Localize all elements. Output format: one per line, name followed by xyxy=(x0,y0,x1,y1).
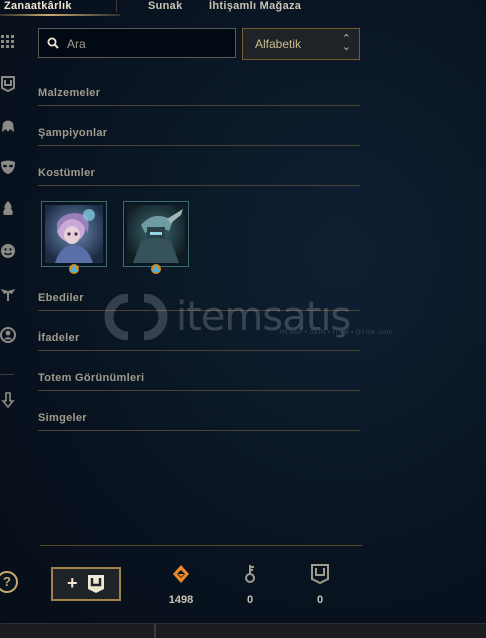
section-materials[interactable]: Malzemeler xyxy=(38,85,360,106)
footer-divider xyxy=(40,545,362,546)
currency-chest: 0 xyxy=(300,564,340,606)
chest-value: 0 xyxy=(316,594,324,606)
skin-shard-card[interactable] xyxy=(41,201,107,267)
section-eternals[interactable]: Ebediler xyxy=(38,290,360,311)
section-title: Kostümler xyxy=(38,167,96,179)
key-fragment-icon xyxy=(245,565,255,583)
emote-face-icon[interactable] xyxy=(0,243,16,261)
arrow-down-icon[interactable] xyxy=(0,392,16,410)
chest-icon xyxy=(88,575,104,593)
chevron-updown-icon: ⌃ ⌄ xyxy=(341,32,351,53)
tab-divider xyxy=(116,0,117,12)
chest-icon xyxy=(311,564,329,584)
active-tab-underline xyxy=(0,14,120,16)
section-skins[interactable]: Kostümler xyxy=(38,165,360,186)
skin-mask-icon[interactable] xyxy=(0,159,16,177)
key-fragment-value: 0 xyxy=(246,594,254,606)
section-title: Totem Görünümleri xyxy=(38,372,145,384)
section-title: Simgeler xyxy=(38,412,87,424)
plus-icon: + xyxy=(67,573,78,593)
search-input[interactable] xyxy=(65,34,229,54)
tab-prestige-shop[interactable]: İhtişamlı Mağaza xyxy=(209,0,301,12)
skin-shard-art xyxy=(127,205,185,263)
search-box xyxy=(38,28,236,58)
skin-shard-card[interactable] xyxy=(123,201,189,267)
sort-selected-label: Alfabetik xyxy=(255,37,302,51)
rail-divider xyxy=(0,374,14,375)
skin-shard-art xyxy=(45,205,103,263)
help-button[interactable]: ? xyxy=(0,571,18,593)
section-title: Ebediler xyxy=(38,292,84,304)
profile-icon[interactable] xyxy=(0,327,16,345)
section-title: Malzemeler xyxy=(38,87,101,99)
shard-badge-icon xyxy=(151,264,161,274)
champion-helmet-icon[interactable] xyxy=(0,118,16,136)
orange-essence-value: 1498 xyxy=(168,594,194,606)
top-navigation: Zanaatkârlık Sunak İhtişamlı Mağaza xyxy=(0,0,486,16)
section-icons[interactable]: Simgeler xyxy=(38,410,360,431)
shard-badge-icon xyxy=(69,264,79,274)
grid-icon[interactable] xyxy=(0,35,16,53)
section-champions[interactable]: Şampiyonlar xyxy=(38,125,360,146)
chest-icon[interactable] xyxy=(0,76,16,94)
currency-orange-essence: 1498 xyxy=(161,564,201,606)
bottom-bar xyxy=(0,623,486,638)
section-title: Şampiyonlar xyxy=(38,127,108,139)
sort-dropdown[interactable]: Alfabetik ⌃ ⌄ xyxy=(242,28,360,60)
add-chest-button[interactable]: + xyxy=(51,567,121,601)
section-ward-skins[interactable]: Totem Görünümleri xyxy=(38,370,360,391)
currency-key-fragment: 0 xyxy=(230,564,270,606)
section-emotes[interactable]: İfadeler xyxy=(38,330,360,351)
ward-flame-icon[interactable] xyxy=(0,200,16,218)
tab-altar[interactable]: Sunak xyxy=(148,0,183,12)
bottom-bar-divider xyxy=(154,624,156,638)
section-title: İfadeler xyxy=(38,332,80,344)
search-icon xyxy=(47,37,59,49)
totem-icon[interactable] xyxy=(0,286,16,304)
tab-crafting[interactable]: Zanaatkârlık xyxy=(4,0,72,12)
category-rail xyxy=(0,28,20,428)
orange-essence-icon xyxy=(173,565,189,583)
